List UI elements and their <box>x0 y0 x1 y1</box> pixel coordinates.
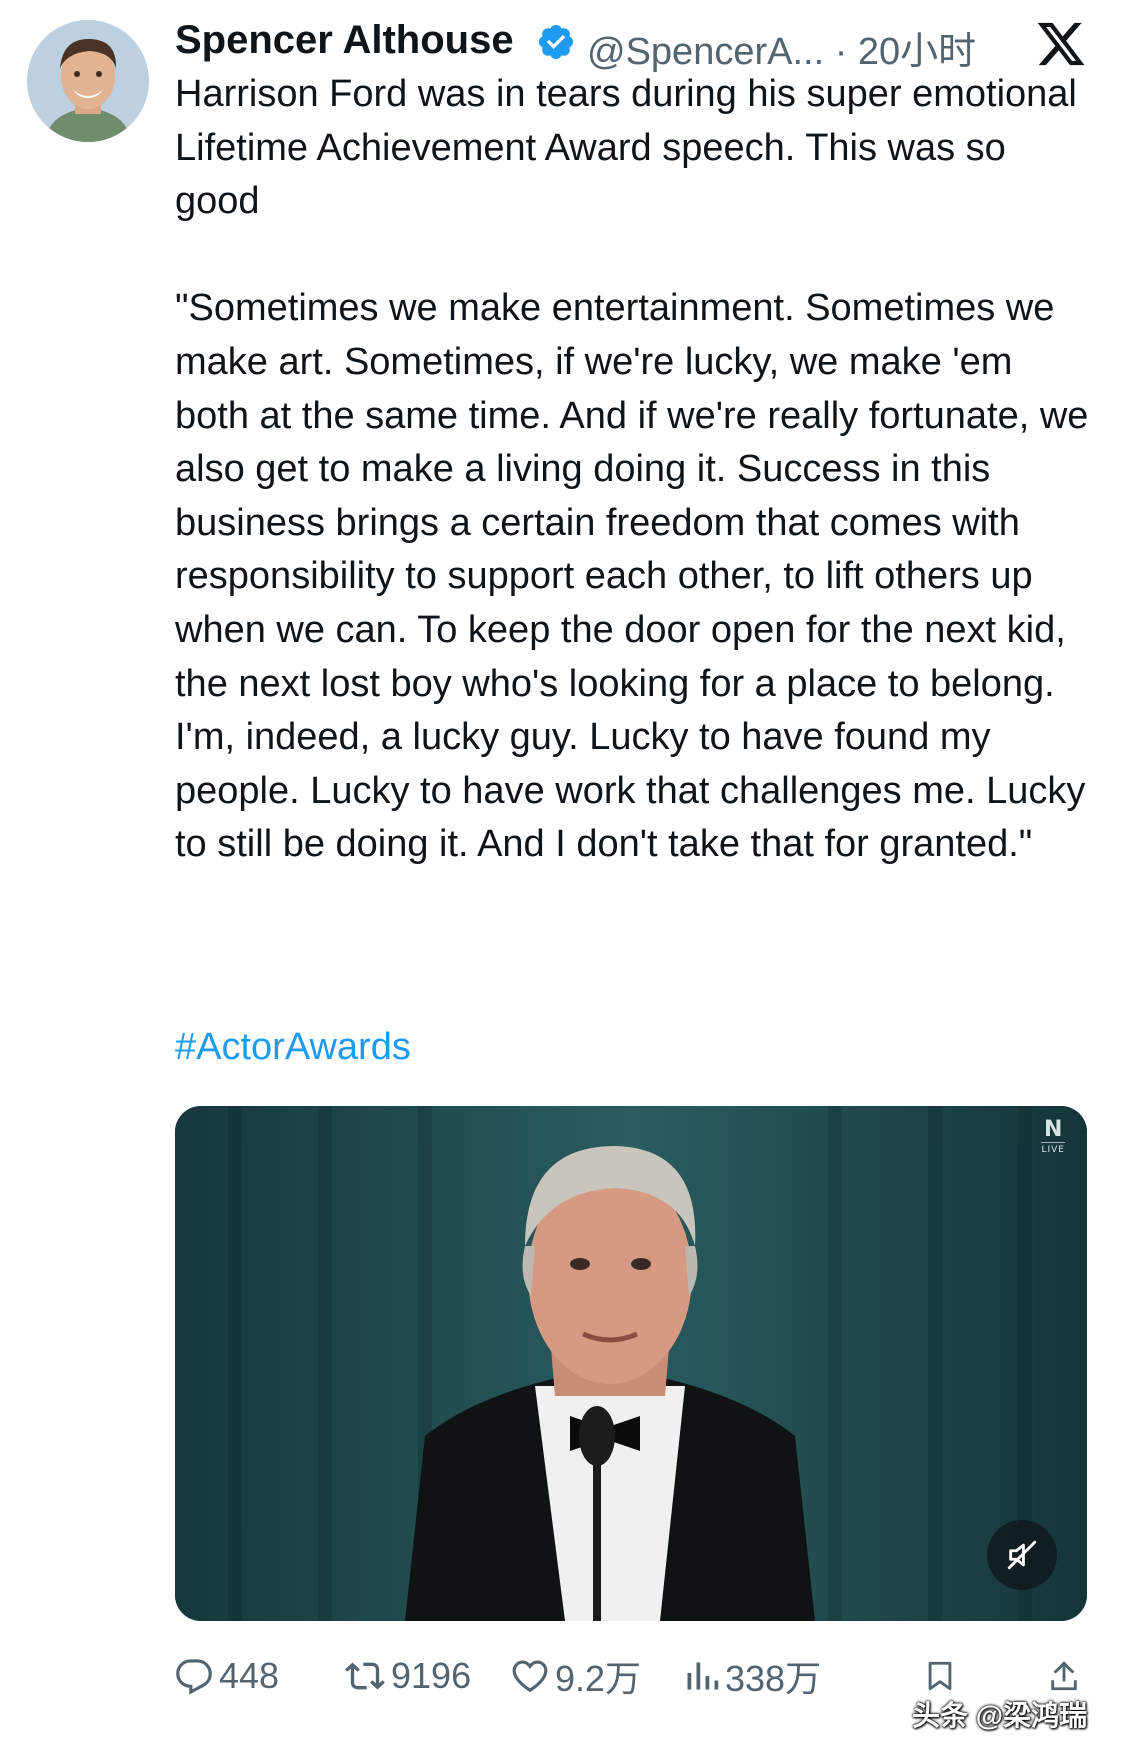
reply-icon <box>176 1659 212 1695</box>
share-icon <box>1051 1661 1077 1691</box>
network-logo-letter: N <box>1044 1117 1063 1142</box>
repost-count: 9196 <box>391 1655 472 1696</box>
verified-badge-icon <box>536 22 576 62</box>
live-badge: N LIVE <box>1041 1118 1065 1155</box>
avatar[interactable] <box>27 20 149 142</box>
views-button[interactable]: 338万 <box>683 1646 821 1706</box>
live-label: LIVE <box>1041 1142 1065 1155</box>
avatar-photo <box>27 20 149 142</box>
x-logo-icon <box>1035 18 1087 70</box>
watermark: 头条 @梁鸿瑞 <box>912 1700 1088 1731</box>
like-button[interactable]: 9.2万 <box>511 1646 641 1706</box>
timestamp[interactable]: · 20小时 <box>835 31 976 73</box>
heart-icon <box>512 1660 548 1693</box>
tweet-paragraph-intro: Harrison Ford was in tears during his su… <box>175 73 1077 223</box>
repost-icon <box>345 1662 385 1690</box>
repost-button[interactable]: 9196 <box>345 1646 471 1706</box>
video-frame <box>175 1106 1087 1621</box>
bookmark-icon <box>928 1661 952 1691</box>
mute-button[interactable] <box>987 1520 1057 1590</box>
author-name[interactable]: Spencer Althouse <box>175 18 514 63</box>
views-chart-icon <box>687 1662 719 1690</box>
author-handle[interactable]: @SpencerA... <box>587 31 824 73</box>
reply-count: 448 <box>219 1655 280 1696</box>
tweet-paragraph-quote: "Sometimes we make entertainment. Someti… <box>175 287 1089 866</box>
muted-speaker-icon <box>1007 1540 1037 1570</box>
reply-button[interactable]: 448 <box>175 1646 279 1706</box>
hashtag-link[interactable]: #ActorAwards <box>175 1026 411 1069</box>
tweet-body: Harrison Ford was in tears during his su… <box>175 68 1095 872</box>
like-count: 9.2万 <box>555 1658 642 1699</box>
views-count: 338万 <box>725 1658 822 1699</box>
video-player[interactable]: N LIVE <box>175 1106 1087 1621</box>
tweet-header: Spencer Althouse @SpencerA... · 20小时 <box>175 14 1085 73</box>
